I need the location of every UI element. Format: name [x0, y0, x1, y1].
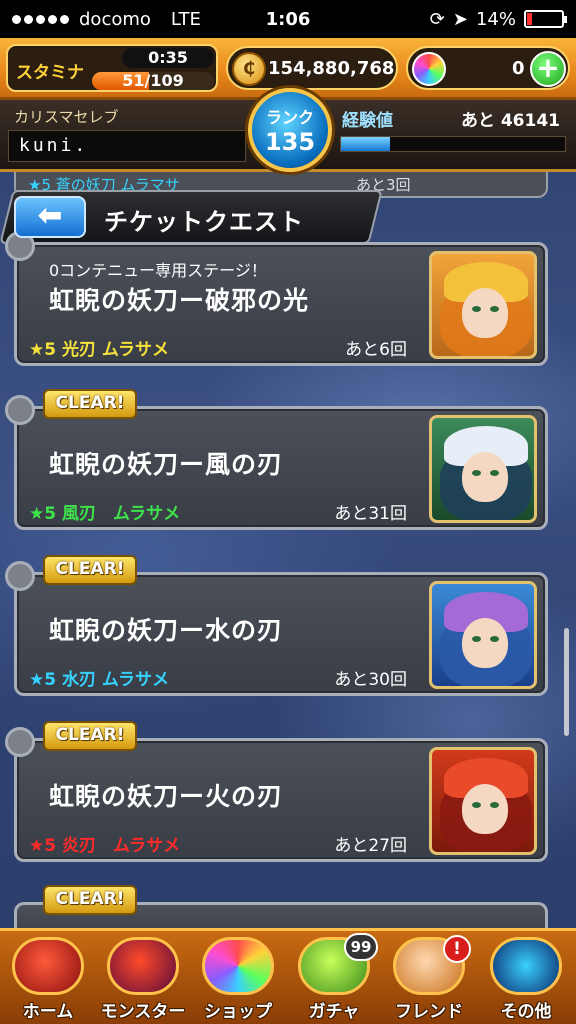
nav-shop[interactable]: ショップ	[192, 935, 284, 1023]
page-title: チケットクエスト	[104, 208, 304, 236]
quest-subtitle: ★5 光刃 ムラサメ	[29, 340, 170, 360]
rank-badge: ランク 135	[248, 88, 332, 172]
signal-dots-icon	[12, 14, 69, 24]
carrier: docomo	[79, 8, 151, 30]
orb-panel: 0 +	[406, 46, 570, 90]
gacha-count-badge: 99	[344, 933, 378, 961]
stamina-count: 51/109	[122, 71, 184, 90]
exp-bar	[340, 136, 566, 152]
stamina-label: スタミナ	[16, 63, 84, 83]
nav-gacha[interactable]: 99 ガチャ	[288, 933, 380, 1023]
network-type: LTE	[170, 8, 201, 30]
exp-remaining: あと 46141	[460, 111, 560, 131]
nav-label: ホーム	[22, 1002, 74, 1022]
coin-icon: ₵	[232, 52, 266, 86]
player-name: kuni.	[19, 135, 89, 156]
friend-alert-badge: !	[443, 935, 471, 963]
bottom-nav: ホーム モンスター ショップ 99 ガチャ ! フレンド その他	[0, 928, 576, 1024]
orb-icon	[412, 52, 446, 86]
quest-remaining: あと27回	[334, 836, 407, 856]
other-radar-icon	[490, 937, 562, 995]
card-notch	[5, 395, 35, 425]
clear-badge: CLEAR!	[43, 885, 137, 915]
monster-portrait-light	[429, 251, 537, 359]
player-title: カリスマセレブ	[14, 108, 119, 126]
quest-title: 虹睨の妖刀ー風の刃	[49, 450, 284, 479]
add-orb-button[interactable]: +	[530, 51, 566, 87]
stamina-timer: 0:35	[122, 48, 214, 68]
monster-portrait-water	[429, 581, 537, 689]
monster-portrait-wind	[429, 415, 537, 523]
nav-label: ガチャ	[308, 1002, 360, 1022]
scrollbar[interactable]	[564, 628, 569, 736]
quest-title: 虹睨の妖刀ー火の刃	[49, 782, 284, 811]
quest-title: 虹睨の妖刀ー破邪の光	[49, 286, 310, 315]
nav-label: その他	[500, 1002, 552, 1022]
clear-badge: CLEAR!	[43, 555, 137, 585]
monster-portrait-fire	[429, 747, 537, 855]
quest-card-1[interactable]: 0コンテニュー専用ステージ！ 虹睨の妖刀ー破邪の光 ★5 光刃 ムラサメ あと6…	[5, 231, 548, 366]
nav-home[interactable]: ホーム	[2, 935, 94, 1023]
stamina-panel: スタミナ 0:35 51/109	[6, 44, 218, 92]
rotation-lock-icon: ⟳	[429, 8, 445, 30]
quest-subtitle: ★5 風刃 ムラサメ	[29, 504, 181, 524]
monster-icon	[107, 937, 179, 995]
quest-subtitle: ★5 炎刃 ムラサメ	[29, 836, 181, 856]
quest-title: 虹睨の妖刀ー水の刃	[49, 616, 284, 645]
back-button[interactable]: ⬅	[14, 196, 86, 238]
orb-value: 0	[512, 58, 525, 79]
nav-label: モンスター	[100, 1002, 186, 1022]
coin-value: 154,880,768	[268, 58, 395, 79]
nav-other[interactable]: その他	[480, 935, 572, 1023]
quest-card-4[interactable]: CLEAR! 虹睨の妖刀ー火の刃 ★5 炎刃 ムラサメ あと27回	[5, 721, 548, 862]
exp-label: 経験値	[342, 111, 393, 131]
clear-badge: CLEAR!	[43, 721, 137, 751]
player-name-box: kuni.	[8, 130, 246, 162]
nav-monster[interactable]: モンスター	[97, 935, 189, 1023]
rank-label: ランク	[265, 108, 314, 127]
nav-label: ショップ	[204, 1002, 272, 1022]
status-bar: docomo LTE 1:06 ⟳ ➤ 14%	[0, 0, 576, 38]
quest-note: 0コンテニュー専用ステージ！	[49, 261, 267, 280]
battery-percent: 14%	[475, 8, 516, 30]
shop-orb-icon	[202, 937, 274, 995]
card-notch	[5, 727, 35, 757]
quest-subtitle: ★5 水刃 ムラサメ	[29, 670, 170, 690]
quest-remaining: あと6回	[345, 340, 407, 360]
card-notch	[5, 561, 35, 591]
quest-card-3[interactable]: CLEAR! 虹睨の妖刀ー水の刃 ★5 水刃 ムラサメ あと30回	[5, 555, 548, 696]
quest-remaining: あと31回	[334, 504, 407, 524]
battery-icon	[524, 10, 567, 28]
location-arrow-icon: ➤	[452, 8, 468, 30]
home-icon	[12, 937, 84, 995]
clear-badge: CLEAR!	[43, 389, 137, 419]
nav-friend[interactable]: ! フレンド	[383, 935, 475, 1023]
quest-card-2[interactable]: CLEAR! 虹睨の妖刀ー風の刃 ★5 風刃 ムラサメ あと31回	[5, 389, 548, 530]
coin-panel: ₵ 154,880,768	[226, 46, 398, 90]
rank-value: 135	[264, 128, 316, 156]
quest-remaining: あと30回	[334, 670, 407, 690]
nav-label: フレンド	[395, 1002, 463, 1022]
